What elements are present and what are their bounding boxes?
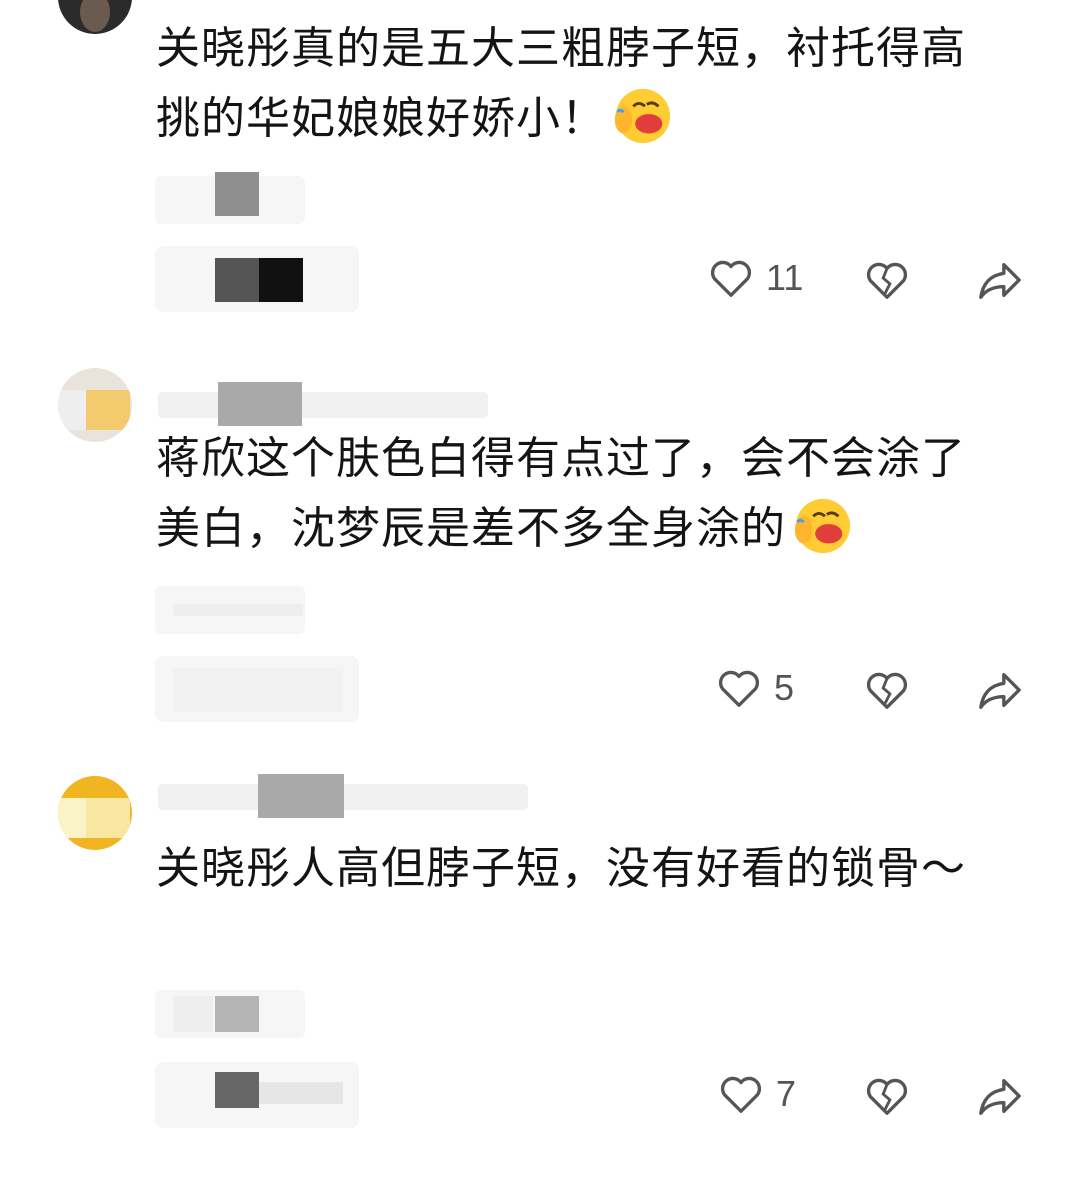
like-count: 7 — [776, 1073, 797, 1114]
comment-text: 蒋欣这个肤色白得有点过了，会不会涂了美白，沈梦辰是差不多全身涂的 — [156, 424, 996, 564]
like-count: 5 — [774, 667, 795, 708]
dislike-button[interactable] — [864, 1068, 910, 1124]
comment-text: 关晓彤人高但脖子短，没有好看的锁骨～ — [156, 843, 966, 894]
redacted-meta-tag — [155, 990, 305, 1038]
reply-pill[interactable] — [155, 1062, 359, 1128]
face-with-tears-of-joy-covering-icon — [794, 498, 851, 554]
redacted-meta-tag — [155, 172, 305, 224]
reply-pill[interactable] — [155, 246, 359, 312]
dislike-button[interactable] — [864, 252, 910, 308]
share-button[interactable] — [976, 662, 1024, 718]
share-button[interactable] — [976, 252, 1024, 308]
like-button[interactable]: 5 — [716, 660, 794, 716]
share-arrow-icon — [979, 1078, 1021, 1115]
heart-icon — [720, 1076, 762, 1113]
redacted-meta-tag — [155, 586, 305, 634]
broken-heart-icon — [866, 672, 908, 709]
avatar[interactable] — [58, 368, 132, 442]
broken-heart-icon — [866, 262, 908, 299]
face-with-tears-of-joy-covering-icon — [614, 88, 671, 144]
redacted-username — [158, 774, 528, 818]
heart-icon — [718, 670, 760, 707]
share-arrow-icon — [979, 672, 1021, 709]
comment-text: 关晓彤真的是五大三粗脖子短，衬托得高挑的华妃娘娘好娇小！ — [156, 14, 996, 154]
reply-pill[interactable] — [155, 656, 359, 722]
like-button[interactable]: 11 — [708, 250, 803, 306]
share-button[interactable] — [976, 1068, 1024, 1124]
like-button[interactable]: 7 — [718, 1066, 796, 1122]
avatar[interactable] — [58, 776, 132, 850]
redacted-username — [158, 382, 488, 426]
broken-heart-icon — [866, 1078, 908, 1115]
like-count: 11 — [766, 257, 804, 298]
heart-icon — [710, 260, 752, 297]
share-arrow-icon — [979, 262, 1021, 299]
avatar[interactable] — [58, 0, 132, 34]
dislike-button[interactable] — [864, 662, 910, 718]
